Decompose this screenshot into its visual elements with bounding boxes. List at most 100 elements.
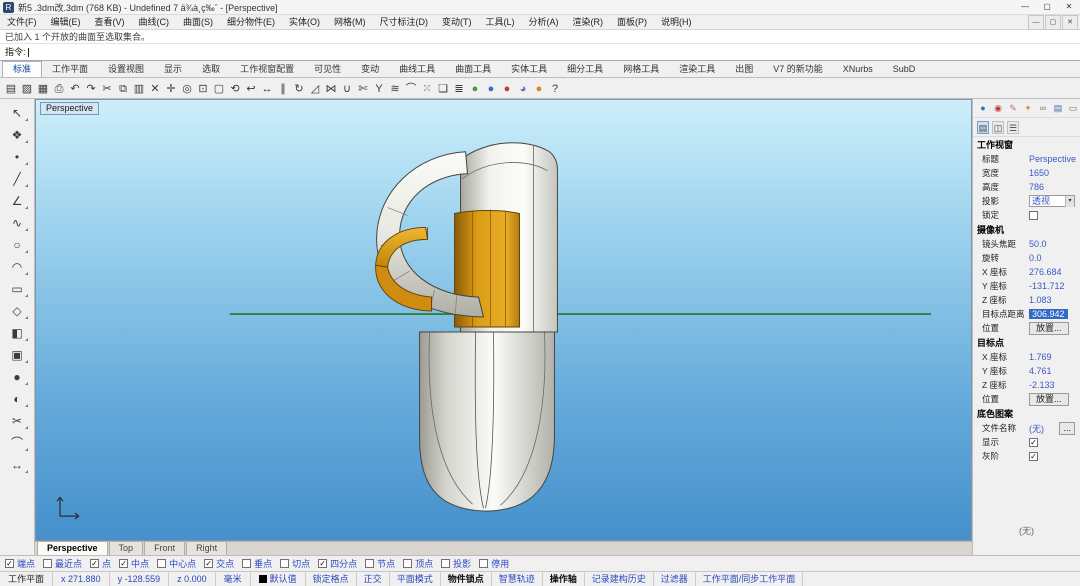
browse-button[interactable]: ... [1059,422,1075,435]
ribbon-tab-7[interactable]: 可见性 [304,62,351,77]
status-toggle-操作轴[interactable]: 操作轴 [543,572,585,586]
layer-pane[interactable]: 默认值 [251,572,306,586]
save-file-icon[interactable]: ▦ [35,80,51,97]
redo-icon[interactable]: ↷ [83,80,99,97]
osnap-checkbox-中点[interactable]: ✓ [119,559,128,568]
rotate-object-icon[interactable]: ↻ [291,80,307,97]
box-icon[interactable]: ▣ [4,344,30,365]
menu-item-15[interactable]: 说明(H) [654,15,699,29]
menu-item-14[interactable]: 面板(P) [610,15,654,29]
osnap-中心点[interactable]: 中心点 [157,557,196,570]
ribbon-tab-2[interactable]: 工作平面 [42,62,98,77]
ribbon-tab-4[interactable]: 显示 [154,62,192,77]
osnap-checkbox-停用[interactable] [479,559,488,568]
viewport-tab-front[interactable]: Front [144,541,185,555]
osnap-checkbox-最近点[interactable] [43,559,52,568]
osnap-交点[interactable]: ✓交点 [204,557,234,570]
ribbon-tab-5[interactable]: 选取 [192,62,230,77]
ribbon-tab-9[interactable]: 曲线工具 [389,62,445,77]
menu-item-9[interactable]: 尺寸标注(D) [373,15,436,29]
offset-icon[interactable]: ≋ [387,80,403,97]
osnap-checkbox-垂点[interactable] [242,559,251,568]
materials-tab-icon[interactable]: ✎ [1007,102,1019,115]
viewport-tab-top[interactable]: Top [109,541,144,555]
units-pane[interactable]: 毫米 [216,572,251,586]
fillet-tool-icon[interactable]: ⌒ [4,432,30,453]
point-icon[interactable]: • [4,146,30,167]
freeform-curve-icon[interactable]: ∿ [4,212,30,233]
surface-capsule[interactable] [420,332,555,511]
osnap-节点[interactable]: 节点 [365,557,395,570]
rotate-view-icon[interactable]: ⟲ [227,80,243,97]
ribbon-tab-14[interactable]: 渲染工具 [669,62,725,77]
status-toggle-锁定格点[interactable]: 锁定格点 [306,572,357,586]
page-viewport-icon[interactable]: ◫ [992,121,1004,134]
osnap-checkbox-投影[interactable] [441,559,450,568]
menu-item-11[interactable]: 工具(L) [479,15,522,29]
menu-item-3[interactable]: 查看(V) [88,15,132,29]
osnap-checkbox-中心点[interactable] [157,559,166,568]
ribbon-tab-1[interactable]: 标准 [2,61,42,77]
mdi-restore-button[interactable]: ▢ [1045,15,1061,30]
menu-item-6[interactable]: 细分物件(E) [220,15,282,29]
cplane-button[interactable]: 工作平面 [0,572,53,586]
undo-view-icon[interactable]: ↩ [243,80,259,97]
osnap-最近点[interactable]: 最近点 [43,557,82,570]
ribbon-tab-6[interactable]: 工作视窗配置 [230,62,304,77]
split-icon[interactable]: Y [371,80,387,97]
sphere-icon[interactable]: ● [4,366,30,387]
checkbox-锁定[interactable] [1029,211,1038,220]
render-icon[interactable]: ● [531,80,547,97]
pan-view-icon[interactable]: ✛ [163,80,179,97]
mdi-close-button[interactable]: ✕ [1062,15,1078,30]
status-toggle-记录建构历史[interactable]: 记录建构历史 [585,572,654,586]
ribbon-tab-11[interactable]: 实体工具 [501,62,557,77]
ribbon-tab-12[interactable]: 细分工具 [557,62,613,77]
polygon-icon[interactable]: ◇ [4,300,30,321]
page-properties-icon[interactable]: ▤ [977,121,989,134]
xray-mode-icon[interactable]: ◕ [515,80,531,97]
copy-icon[interactable]: ⧉ [115,80,131,97]
osnap-checkbox-点[interactable]: ✓ [90,559,99,568]
status-toggle-过滤器[interactable]: 过滤器 [654,572,696,586]
scale-object-icon[interactable]: ◿ [307,80,323,97]
zoom-dynamic-icon[interactable]: ◎ [179,80,195,97]
maximize-button[interactable]: ▢ [1036,0,1058,14]
status-toggle-平面模式[interactable]: 平面模式 [390,572,441,586]
ribbon-tab-3[interactable]: 设置视图 [98,62,154,77]
rectangle-icon[interactable]: ▭ [4,278,30,299]
link-tab-icon[interactable]: ∞ [1037,102,1049,115]
cut-icon[interactable]: ✂ [99,80,115,97]
ribbon-tab-15[interactable]: 出图 [725,62,763,77]
minimize-button[interactable]: — [1014,0,1036,14]
status-toggle-智慧轨迹[interactable]: 智慧轨迹 [492,572,543,586]
line-icon[interactable]: ╱ [4,168,30,189]
menu-item-13[interactable]: 渲染(R) [566,15,611,29]
rendered-mode-icon[interactable]: ● [483,80,499,97]
monitor-tab-icon[interactable]: ▭ [1067,102,1079,115]
osnap-checkbox-顶点[interactable] [403,559,412,568]
display-tab-icon[interactable]: ◉ [992,102,1004,115]
shaded-mode-icon[interactable]: ● [467,80,483,97]
osnap-checkbox-交点[interactable]: ✓ [204,559,213,568]
osnap-checkbox-端点[interactable]: ✓ [5,559,14,568]
notes-tab-icon[interactable]: ▤ [1052,102,1064,115]
perspective-viewport[interactable]: Perspective [35,99,972,541]
lights-tab-icon[interactable]: ✦ [1022,102,1034,115]
osnap-垂点[interactable]: 垂点 [242,557,272,570]
osnap-checkbox-节点[interactable] [365,559,374,568]
array-icon[interactable]: ⁙ [419,80,435,97]
page-misc-icon[interactable]: ☰ [1007,121,1019,134]
osnap-中点[interactable]: ✓中点 [119,557,149,570]
fillet-icon[interactable]: ⌒ [403,80,419,97]
move-icon[interactable]: ↔ [259,80,275,97]
place-button[interactable]: 放置... [1029,322,1069,335]
menu-item-12[interactable]: 分析(A) [522,15,566,29]
zoom-window-icon[interactable]: ⊡ [195,80,211,97]
mdi-minimize-button[interactable]: — [1028,15,1044,30]
selection-filter-icon[interactable]: ❖ [4,124,30,145]
menu-item-7[interactable]: 实体(O) [282,15,327,29]
status-toggle-物件锁点[interactable]: 物件锁点 [441,572,492,586]
layers-icon[interactable]: ≣ [451,80,467,97]
menu-item-2[interactable]: 编辑(E) [44,15,88,29]
